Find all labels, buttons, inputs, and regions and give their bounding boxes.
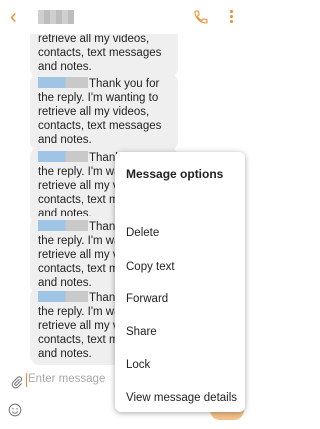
menu-item-copy-text[interactable]: Copy text bbox=[126, 261, 175, 273]
message-text: retrieve all my videos, contacts, text m… bbox=[38, 33, 162, 73]
redacted-name bbox=[38, 220, 88, 231]
menu-item-share[interactable]: Share bbox=[126, 326, 157, 338]
message-options-menu: Message options Delete Copy text Forward… bbox=[115, 152, 245, 412]
conversation-header: ‹ bbox=[0, 0, 250, 34]
more-vertical-icon[interactable] bbox=[228, 9, 234, 25]
message-input[interactable]: Enter message bbox=[28, 373, 105, 385]
menu-item-lock[interactable]: Lock bbox=[126, 359, 150, 371]
text-cursor bbox=[26, 373, 27, 387]
message-text: Thank you for the reply. I'm wanting to … bbox=[38, 78, 162, 146]
menu-item-view-details[interactable]: View message details bbox=[126, 392, 237, 404]
menu-title: Message options bbox=[126, 167, 224, 181]
contact-name bbox=[38, 10, 74, 24]
paperclip-icon[interactable] bbox=[10, 374, 24, 390]
menu-item-delete[interactable]: Delete bbox=[126, 227, 159, 239]
emoji-icon[interactable] bbox=[8, 403, 22, 417]
message-bubble[interactable]: retrieve all my videos, contacts, text m… bbox=[30, 28, 178, 78]
chevron-left-icon[interactable]: ‹ bbox=[10, 7, 24, 27]
redacted-name bbox=[38, 77, 88, 88]
menu-item-forward[interactable]: Forward bbox=[126, 293, 168, 305]
phone-icon[interactable] bbox=[193, 9, 209, 25]
redacted-name bbox=[38, 151, 88, 162]
redacted-name bbox=[38, 291, 88, 302]
message-bubble[interactable]: Thank you for the reply. I'm wanting to … bbox=[30, 73, 178, 151]
